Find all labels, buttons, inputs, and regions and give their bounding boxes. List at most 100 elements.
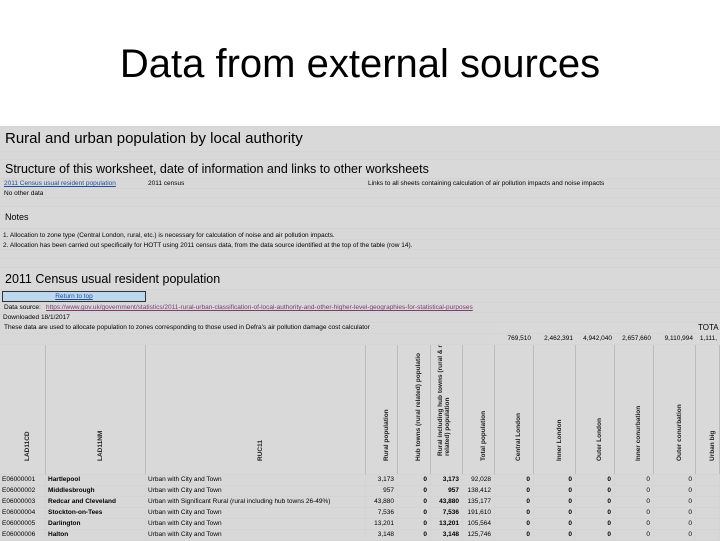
table-cell[interactable]: 3,148 xyxy=(366,530,398,540)
table-cell[interactable]: 92,028 xyxy=(463,475,495,485)
table-cell[interactable]: 0 xyxy=(654,508,696,518)
table-cell[interactable]: 191,610 xyxy=(463,508,495,518)
table-cell[interactable]: 43,880 xyxy=(366,497,398,507)
table-cell[interactable]: 0 xyxy=(615,486,654,496)
table-cell[interactable]: 105,564 xyxy=(463,519,495,529)
column-header[interactable]: Outer conurbation xyxy=(654,345,696,474)
column-header[interactable]: Hub towns (rural related) populatio xyxy=(398,345,431,474)
table-cell[interactable]: E06000005 xyxy=(0,519,46,529)
table-cell[interactable]: 0 xyxy=(654,519,696,529)
table-cell[interactable]: Urban with City and Town xyxy=(146,475,366,485)
table-cell[interactable]: 43,880 xyxy=(431,497,463,507)
table-cell[interactable]: 0 xyxy=(534,530,576,540)
column-header[interactable]: RUC11 xyxy=(146,345,366,474)
table-cell[interactable]: 3,173 xyxy=(431,475,463,485)
table-cell[interactable]: 0 xyxy=(615,530,654,540)
table-cell[interactable]: 0 xyxy=(654,497,696,507)
table-cell[interactable]: 0 xyxy=(398,508,431,518)
column-header[interactable]: Total population xyxy=(463,345,495,474)
table-cell[interactable]: 0 xyxy=(398,475,431,485)
table-cell[interactable]: Urban with City and Town xyxy=(146,519,366,529)
column-header[interactable]: LAD11NM xyxy=(46,345,146,474)
table-cell[interactable]: 0 xyxy=(615,508,654,518)
column-header[interactable]: Rural population xyxy=(366,345,398,474)
column-header[interactable]: Inner conurbation xyxy=(615,345,654,474)
table-cell[interactable]: 957 xyxy=(431,486,463,496)
table-row[interactable]: E06000005 Darlington Urban with City and T… xyxy=(0,519,720,530)
table-cell[interactable] xyxy=(696,530,720,540)
table-cell[interactable]: 0 xyxy=(576,475,615,485)
table-cell[interactable]: E06000006 xyxy=(0,530,46,540)
table-row[interactable]: E06000002 Middlesbrough Urban with City an… xyxy=(0,486,720,497)
table-cell[interactable]: 0 xyxy=(654,486,696,496)
table-cell[interactable]: 135,177 xyxy=(463,497,495,507)
table-cell[interactable]: 7,536 xyxy=(366,508,398,518)
table-cell[interactable]: Urban with City and Town xyxy=(146,530,366,540)
table-cell[interactable]: Redcar and Cleveland xyxy=(46,497,146,507)
table-cell[interactable]: E06000004 xyxy=(0,508,46,518)
table-cell[interactable]: 0 xyxy=(495,519,534,529)
table-cell[interactable]: 0 xyxy=(654,475,696,485)
table-cell[interactable]: 0 xyxy=(495,475,534,485)
table-cell[interactable]: 0 xyxy=(495,508,534,518)
census-population-link[interactable]: 2011 Census usual resident population xyxy=(2,179,116,188)
table-cell[interactable] xyxy=(696,508,720,518)
table-cell[interactable]: 0 xyxy=(398,530,431,540)
column-header[interactable]: Outer London xyxy=(576,345,615,474)
table-row[interactable]: E06000006 Halton Urban with City and Town 3… xyxy=(0,530,720,541)
table-cell[interactable]: 0 xyxy=(495,486,534,496)
table-cell[interactable]: 138,412 xyxy=(463,486,495,496)
table-cell[interactable]: Urban with City and Town xyxy=(146,486,366,496)
table-cell[interactable]: 0 xyxy=(576,486,615,496)
table-cell[interactable]: 0 xyxy=(615,497,654,507)
table-cell[interactable]: Stockton-on-Tees xyxy=(46,508,146,518)
table-cell[interactable]: 0 xyxy=(534,497,576,507)
table-cell[interactable]: E06000003 xyxy=(0,497,46,507)
return-to-top-button[interactable]: Return to top xyxy=(2,291,146,302)
table-cell[interactable]: 3,173 xyxy=(366,475,398,485)
table-cell[interactable]: 0 xyxy=(615,475,654,485)
table-cell[interactable]: Darlington xyxy=(46,519,146,529)
table-cell[interactable]: 0 xyxy=(398,497,431,507)
table-cell[interactable]: 0 xyxy=(398,519,431,529)
table-cell[interactable]: Urban with City and Town xyxy=(146,508,366,518)
table-cell[interactable]: 125,746 xyxy=(463,530,495,540)
table-cell[interactable]: 13,201 xyxy=(431,519,463,529)
table-cell[interactable]: 13,201 xyxy=(366,519,398,529)
table-cell[interactable]: E06000002 xyxy=(0,486,46,496)
column-header[interactable]: LAD11CD xyxy=(0,345,46,474)
table-cell[interactable]: Urban with Significant Rural (rural incl… xyxy=(146,497,366,507)
table-cell[interactable]: 0 xyxy=(534,486,576,496)
table-cell[interactable]: E06000001 xyxy=(0,475,46,485)
table-cell[interactable]: 957 xyxy=(366,486,398,496)
table-row[interactable]: E06000001 Hartlepool Urban with City and T… xyxy=(0,475,720,486)
column-header[interactable]: Central London xyxy=(495,345,534,474)
table-cell[interactable]: 0 xyxy=(495,530,534,540)
table-cell[interactable]: 0 xyxy=(576,497,615,507)
table-cell[interactable]: 0 xyxy=(576,519,615,529)
data-source-link[interactable]: https://www.gov.uk/government/statistics… xyxy=(44,303,473,312)
column-header[interactable]: Rural including hub towns (rural & rura … xyxy=(431,345,463,474)
table-cell[interactable]: Hartlepool xyxy=(46,475,146,485)
table-cell[interactable]: 0 xyxy=(534,475,576,485)
table-cell[interactable]: 0 xyxy=(576,530,615,540)
table-cell[interactable]: 0 xyxy=(495,497,534,507)
table-cell[interactable]: 7,536 xyxy=(431,508,463,518)
table-cell[interactable] xyxy=(696,475,720,485)
table-cell[interactable]: Middlesbrough xyxy=(46,486,146,496)
column-header[interactable]: Inner London xyxy=(534,345,576,474)
table-cell[interactable]: 0 xyxy=(576,508,615,518)
table-cell[interactable]: 3,148 xyxy=(431,530,463,540)
table-cell[interactable]: 0 xyxy=(654,530,696,540)
table-cell[interactable] xyxy=(696,486,720,496)
column-header[interactable]: Urban big xyxy=(696,345,720,474)
table-row[interactable]: E06000004 Stockton-on-Tees Urban with City… xyxy=(0,508,720,519)
table-cell[interactable]: Halton xyxy=(46,530,146,540)
table-cell[interactable] xyxy=(696,519,720,529)
table-cell[interactable]: 0 xyxy=(398,486,431,496)
table-cell[interactable]: 0 xyxy=(615,519,654,529)
table-cell[interactable] xyxy=(696,497,720,507)
table-cell[interactable]: 0 xyxy=(534,508,576,518)
table-cell[interactable]: 0 xyxy=(534,519,576,529)
table-row[interactable]: E06000003 Redcar and Cleveland Urban with … xyxy=(0,497,720,508)
